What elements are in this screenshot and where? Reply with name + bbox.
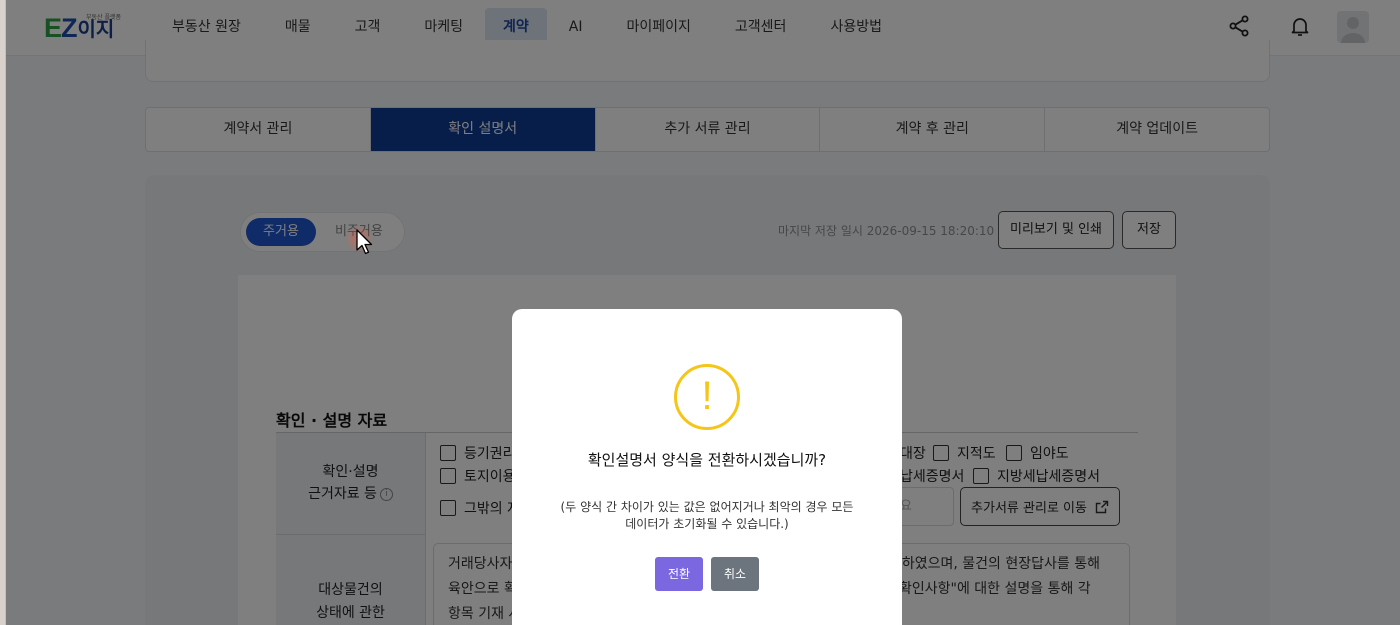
window-edge [0, 0, 6, 625]
cancel-button[interactable]: 취소 [711, 557, 759, 591]
switch-button[interactable]: 전환 [655, 557, 703, 591]
dialog-description: (두 양식 간 차이가 있는 값은 없어지거나 최악의 경우 모든 데이터가 초… [560, 500, 854, 531]
confirm-switch-dialog: ! 확인설명서 양식을 전환하시겠습니까? (두 양식 간 차이가 있는 값은 … [512, 309, 902, 625]
mouse-cursor-icon [356, 229, 373, 255]
dialog-title: 확인설명서 양식을 전환하시겠습니까? [587, 451, 827, 469]
warning-icon: ! [674, 364, 740, 430]
